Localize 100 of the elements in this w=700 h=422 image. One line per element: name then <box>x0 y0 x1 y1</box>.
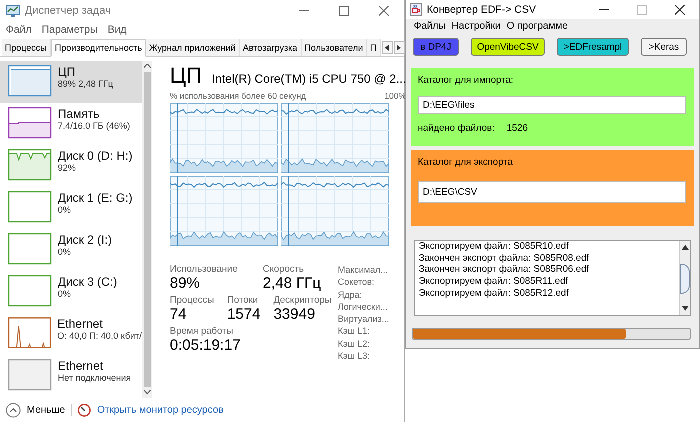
stat-value: 74 <box>170 306 188 323</box>
stat-value: 0:05:19:17 <box>170 337 242 354</box>
device-usage: О: 40,0 П: 40,0 кбит/ <box>58 331 142 341</box>
device-usage: Нет подключения <box>58 373 132 383</box>
device-usage: 7,4/16,0 ГБ (46%) <box>58 121 130 131</box>
action-button[interactable]: >Keras <box>641 38 687 56</box>
stat-value: 89% <box>170 275 202 292</box>
tab[interactable]: П <box>367 39 381 56</box>
log-line: Закончен экспорт файла: S085R08.edf <box>419 252 590 264</box>
stat-value: 1574 <box>227 306 261 323</box>
stat-label: Время работы <box>170 326 234 337</box>
usage-graph <box>8 275 52 307</box>
device-usage: 0% <box>58 247 72 257</box>
export-label: Каталог для экспорта <box>418 157 514 168</box>
usage-graph <box>8 107 52 139</box>
log-line: Экспортируем файл: S085R11.edf <box>419 276 570 288</box>
device-name: Диск 3 (C:) <box>58 275 118 289</box>
down-arrow-icon <box>682 306 688 311</box>
up-arrow-icon <box>682 245 688 250</box>
menu-item[interactable]: Файлы <box>414 20 446 32</box>
sidebar-item[interactable]: Диск 3 (C:) 0% <box>0 271 142 313</box>
close-icon <box>379 6 389 16</box>
window-title: Диспетчер задач <box>25 5 112 17</box>
menu-item[interactable]: Параметры <box>42 24 98 36</box>
action-button[interactable]: OpenVibeCSV <box>471 38 545 56</box>
usage-graph <box>8 149 52 181</box>
scrollbar[interactable] <box>679 241 690 315</box>
stat-label: Потоки <box>227 295 260 306</box>
menu-item[interactable]: О программе <box>506 20 568 32</box>
sidebar-item[interactable]: Диск 1 (E: G:) 0% <box>0 187 142 229</box>
cpu-model: Intel(R) Core(TM) i5 CPU 750 @ 2... <box>212 72 406 86</box>
spec-label: Ядра: <box>338 288 364 301</box>
device-usage: 92% <box>58 163 78 173</box>
menu-item[interactable]: Вид <box>108 24 127 36</box>
log-line: Закончен экспорт файла: S085R06.edf <box>419 264 590 276</box>
device-name: Диск 1 (E: G:) <box>58 191 133 205</box>
down-chevron-icon <box>144 390 150 395</box>
device-name: Ethernet <box>58 359 104 373</box>
sidebar-item[interactable]: Память 7,4/16,0 ГБ (46%) <box>0 103 142 145</box>
usage-graph <box>8 233 52 265</box>
stat-label: Использование <box>170 264 239 275</box>
import-label: Каталог для импорта: <box>418 75 515 86</box>
maximize-icon <box>339 6 349 16</box>
device-usage: 0% <box>58 205 72 215</box>
tab[interactable]: Процессы <box>2 39 52 56</box>
tab[interactable]: Журнал приложений <box>146 39 240 56</box>
resource-monitor-link[interactable]: Открыть монитор ресурсов <box>97 404 224 416</box>
stat-value: 2,48 ГГц <box>263 275 322 292</box>
device-name: Диск 0 (D: H:) <box>58 149 133 163</box>
gauge-icon <box>78 404 92 416</box>
cup-icon <box>410 3 422 16</box>
sidebar-item[interactable]: Диск 2 (I:) 0% <box>0 229 142 271</box>
stat-label: Дескрипторы <box>274 295 332 306</box>
device-name: ЦП <box>58 65 77 79</box>
tab[interactable]: Автозагрузка <box>240 39 302 56</box>
maximize-icon <box>637 4 647 14</box>
spec-label: Максимал... <box>338 264 390 276</box>
sidebar-item[interactable]: Ethernet О: 40,0 П: 40,0 кбит/ <box>0 313 142 355</box>
menu-item[interactable]: Файл <box>6 24 32 36</box>
left-arrow-icon <box>385 44 390 50</box>
usage-graph <box>8 65 52 97</box>
device-name: Диск 2 (I:) <box>58 233 112 247</box>
scrollbar[interactable] <box>142 61 152 398</box>
device-usage: 0% <box>58 289 72 299</box>
scroll-left-button[interactable] <box>382 41 393 54</box>
files-found-label: найдено файлов: <box>418 123 495 134</box>
chevron-up-circle-icon <box>6 402 21 418</box>
spec-label: Кэш L2: <box>338 338 372 350</box>
stat-label: Процессы <box>170 295 214 306</box>
scroll-right-button[interactable] <box>394 41 405 54</box>
device-name: Память <box>58 107 101 121</box>
spec-label: Сокетов: <box>338 276 376 289</box>
export-path-field[interactable]: D:\EEG\CSV <box>418 181 686 203</box>
action-button[interactable]: >EDFresampl <box>557 38 629 56</box>
graph-caption: % использования более 60 секунд <box>170 91 306 101</box>
stat-label: Скорость <box>263 264 306 275</box>
device-usage: 89% 2,48 ГГц <box>58 79 114 89</box>
spec-label: Кэш L3: <box>338 350 372 362</box>
usage-graph <box>8 359 52 391</box>
log-line: Экспортируем файл: S085R10.edf <box>419 241 570 253</box>
sidebar-item[interactable]: ЦП 89% 2,48 ГГц <box>0 61 142 103</box>
menu-item[interactable]: Настройки <box>452 20 501 32</box>
right-arrow-icon <box>397 44 402 50</box>
sidebar-item[interactable]: Диск 0 (D: H:) 92% <box>0 145 142 187</box>
fewer-details-button[interactable]: Меньше <box>6 402 66 418</box>
import-path-field[interactable]: D:\EEG\files <box>418 96 686 114</box>
files-found-count: 1526 <box>506 123 528 134</box>
device-name: Ethernet <box>58 317 104 331</box>
action-button[interactable]: в DP4J <box>413 38 459 56</box>
up-chevron-icon <box>144 64 150 69</box>
tab[interactable]: Пользователи <box>302 39 368 56</box>
tab[interactable]: Производительность <box>51 39 146 57</box>
window-title: Конвертер EDF-> CSV <box>427 4 536 16</box>
cpu-heading: ЦП <box>170 63 202 89</box>
stat-value: 33949 <box>274 306 316 323</box>
spec-label: Виртуализ... <box>338 313 390 326</box>
sidebar-item[interactable]: Ethernet Нет подключения <box>0 355 142 397</box>
usage-graph <box>8 317 52 349</box>
usage-graph <box>8 191 52 223</box>
spec-label: Кэш L1: <box>338 325 372 338</box>
